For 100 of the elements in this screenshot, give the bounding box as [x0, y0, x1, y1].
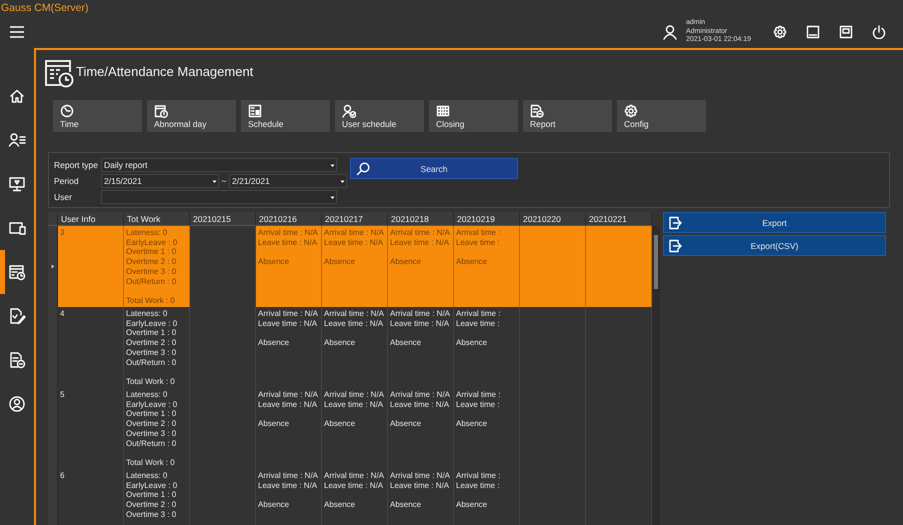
column-header[interactable]: 20210217	[322, 212, 388, 226]
cell-text: Absence	[258, 338, 290, 348]
cell-text: Leave time : N/A	[390, 318, 450, 328]
window-icon	[838, 25, 852, 39]
dropdown-caret-icon	[340, 178, 345, 184]
cell-text: 6	[60, 471, 64, 481]
cell-text: Total Work : 0	[126, 458, 175, 468]
settings-icon	[624, 104, 638, 118]
cell-text: Arrival time : N/A	[324, 390, 384, 400]
column-header[interactable]: 20210216	[256, 212, 322, 226]
toolbar-button[interactable]: User schedule	[335, 100, 424, 132]
header-corner	[48, 212, 58, 226]
cell-text: Out/Return : 0	[126, 438, 176, 448]
dropdown-field[interactable]: 2/15/2021	[101, 174, 219, 188]
cell-text: Arrival time : N/A	[390, 390, 450, 400]
calendar-clock-icon	[8, 263, 26, 281]
cell-text: Absence	[390, 338, 422, 348]
cell-text: Absence	[456, 338, 488, 348]
cell-text: Lateness: 0	[126, 228, 168, 238]
cell-text: Out/Return : 0	[126, 276, 176, 286]
cell-text: Overtime 3 : 0	[126, 266, 176, 277]
cell-text: Overtime 3 : 0	[126, 428, 176, 439]
cell-text: 3	[60, 228, 64, 238]
cell-text: Absence	[456, 257, 488, 267]
clock-icon	[60, 104, 74, 118]
document-list-icon	[8, 351, 26, 369]
toolbar-button[interactable]: Schedule	[241, 100, 330, 132]
cell-text: Leave time : N/A	[258, 238, 318, 248]
dropdown-caret-icon	[330, 194, 335, 200]
column-header[interactable]: 20210221	[586, 212, 652, 226]
cell-text: Absence	[324, 500, 356, 510]
calendar-clock-icon	[44, 58, 74, 88]
monitor-icon	[8, 175, 26, 193]
cell-text: Absence	[324, 338, 356, 348]
exit-icon	[668, 216, 682, 230]
cell-text: Leave time : N/A	[390, 238, 450, 248]
cell-text: Arrival time : N/A	[258, 390, 318, 400]
schedule-icon	[248, 104, 262, 118]
report-icon	[530, 104, 544, 118]
cell-text: Arrival time :	[456, 228, 500, 238]
cell-text: EarlyLeave : 0	[126, 318, 178, 328]
cell-text: Leave time : N/A	[324, 400, 384, 410]
cell-text: Leave time : N/A	[258, 400, 318, 410]
cell-text: Leave time : N/A	[324, 480, 384, 490]
column-header[interactable]: User Info	[58, 212, 124, 226]
dropdown-caret-icon	[330, 162, 335, 168]
cell-text: Overtime 1 : 0	[126, 328, 176, 338]
cell-text: Overtime 3 : 0	[126, 348, 176, 358]
column-header[interactable]: 20210215	[190, 212, 256, 226]
cell-text: Absence	[390, 257, 422, 267]
toolbar-button[interactable]: Closing	[429, 100, 518, 132]
cell-text: Leave time : N/A	[390, 480, 450, 490]
page-title: Time/Attendance Management	[76, 64, 254, 78]
export-button[interactable]: Export	[663, 212, 886, 233]
document-edit-icon	[8, 307, 26, 325]
cell-text: Absence	[258, 419, 290, 429]
menu-button[interactable]	[9, 25, 25, 39]
cell-text: Leave time :	[456, 238, 500, 248]
column-header[interactable]: 20210218	[388, 212, 454, 226]
cell-text: Leave time : N/A	[258, 318, 318, 328]
toolbar-button[interactable]: Report	[523, 100, 612, 132]
search-button[interactable]: Search	[350, 158, 518, 179]
cell-text: Overtime 1 : 0	[126, 247, 176, 258]
power-icon	[872, 25, 886, 39]
column-header[interactable]: 20210219	[454, 212, 520, 226]
app-title: Gauss CM(Server)	[0, 1, 89, 16]
cell-text: Leave time :	[456, 400, 500, 410]
cell-text: Overtime 2 : 0	[126, 338, 176, 348]
cell-text: Overtime 1 : 0	[126, 409, 176, 420]
scrollbar[interactable]	[652, 226, 660, 525]
cell-text: Leave time : N/A	[258, 480, 318, 490]
cell-text: Overtime 3 : 0	[126, 510, 176, 520]
cell-text: Lateness: 0	[126, 309, 168, 319]
cell-text: Arrival time : N/A	[324, 471, 384, 481]
toolbar-button[interactable]: Config	[617, 100, 706, 132]
user-check-icon	[342, 104, 356, 118]
toolbar-button[interactable]: Time	[53, 100, 142, 132]
cell-text: Arrival time : N/A	[390, 228, 450, 238]
cell-text: Overtime 2 : 0	[126, 500, 176, 510]
cell-text: Absence	[258, 257, 290, 267]
cell-text: Leave time : N/A	[390, 400, 450, 410]
column-header[interactable]: Tot Work	[124, 212, 190, 226]
range-separator: ~	[220, 176, 228, 186]
grid-icon	[436, 104, 450, 118]
column-header[interactable]: 20210220	[520, 212, 586, 226]
toolbar-button[interactable]: Abnormal day	[147, 100, 236, 132]
dropdown-field[interactable]: 2/21/2021	[229, 174, 347, 188]
cell-text: Arrival time :	[456, 390, 500, 400]
cell-text: Overtime 1 : 0	[126, 490, 176, 500]
menu-icon	[9, 25, 25, 39]
cell-text: Leave time :	[456, 480, 500, 490]
cell-text: Absence	[390, 500, 422, 510]
settings-icon	[772, 25, 786, 39]
cell-text: Arrival time : N/A	[324, 309, 384, 319]
export-button[interactable]: Export(CSV)	[663, 235, 886, 256]
dropdown-field[interactable]: Daily report	[101, 158, 337, 172]
dropdown-field[interactable]	[101, 190, 337, 204]
cell-text: Arrival time : N/A	[258, 309, 318, 319]
field-label: User	[54, 192, 73, 202]
cell-text: Absence	[456, 419, 488, 429]
